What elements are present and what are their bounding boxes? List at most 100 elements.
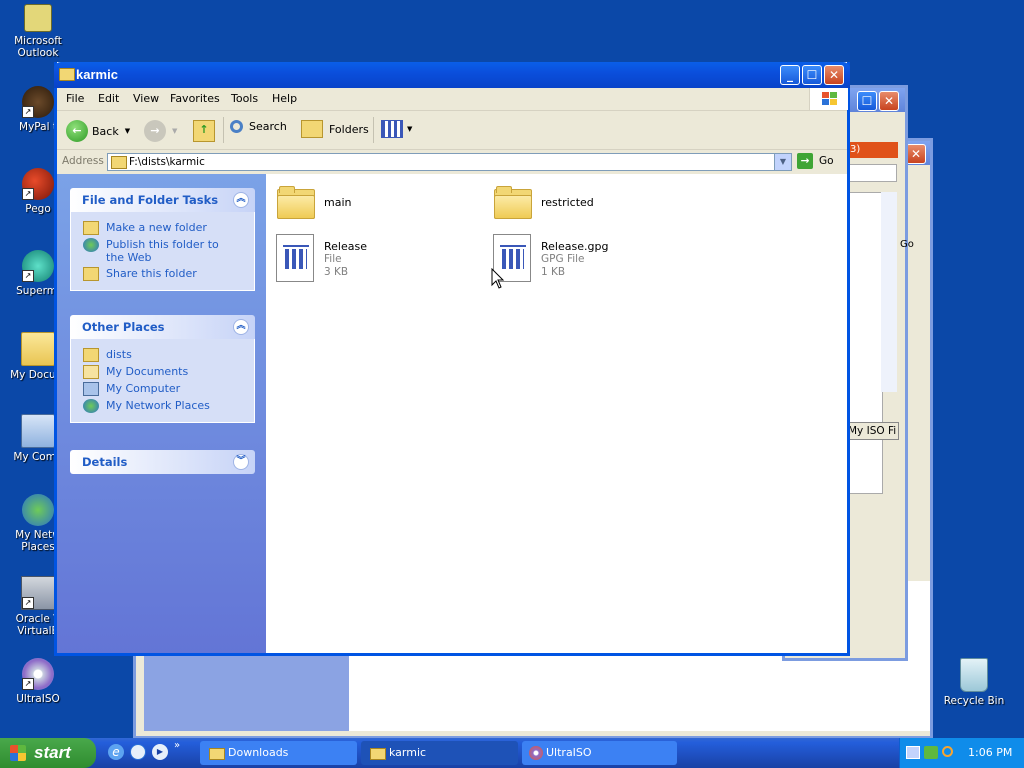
desktop-icon-ultraiso[interactable]: ↗ UltraISO [0,658,76,705]
file-item-restricted[interactable]: restricted [493,186,594,219]
folder-icon [493,186,532,219]
place-dists[interactable]: dists [83,348,254,362]
place-my-computer[interactable]: My Computer [83,382,254,396]
clock[interactable]: 1:06 PM [968,746,1012,759]
virtualbox-icon: ↗ [21,576,55,610]
desktop-icon-label: Outlook [17,47,59,59]
up-folder-button[interactable]: ↑ [193,120,215,142]
go-fragment: Go [900,239,914,250]
pego-icon: ↗ [22,168,54,200]
chevron-right-icon[interactable]: » [174,740,180,760]
file-name: main [324,196,352,209]
file-item-release[interactable]: Release File 3 KB [276,234,367,282]
search-button[interactable]: Search [230,120,287,133]
forward-arrow-icon: → [144,120,166,142]
task-share-folder[interactable]: Share this folder [83,267,254,281]
network-icon[interactable] [906,746,920,759]
taskbar-button-karmic[interactable]: karmic [361,741,518,765]
folder-icon [209,748,225,760]
iso-status-fragment: 3) [847,142,898,158]
forward-button[interactable]: → ▼ [144,120,177,142]
network-places-icon [22,494,54,526]
title-bar[interactable]: karmic _ ☐ ✕ [54,62,850,88]
menu-favorites[interactable]: Favorites [170,92,220,105]
start-button[interactable]: start [0,738,96,768]
views-icon [381,120,403,138]
mail-icon[interactable] [130,744,146,760]
file-item-main[interactable]: main [276,186,352,219]
address-dropdown-button[interactable]: ▼ [774,154,791,170]
my-documents-icon [21,332,55,366]
task-publish-to-web[interactable]: Publish this folder to the Web [83,238,254,264]
folder-icon [276,186,315,219]
details-panel: Details ︾ [70,450,255,474]
folder-icon [111,156,127,169]
folders-button[interactable]: Folders [301,120,369,138]
my-documents-icon [83,365,99,379]
file-name: Release [324,240,367,253]
menu-file[interactable]: File [66,92,84,105]
ultraiso-icon: ↗ [22,658,54,690]
views-button[interactable]: ▼ [381,120,412,138]
address-label: Address [62,155,104,167]
taskbar-button-ultraiso[interactable]: UltraISO [522,741,677,765]
file-item-release-gpg[interactable]: Release.gpg GPG File 1 KB [493,234,608,282]
task-make-new-folder[interactable]: Make a new folder [83,221,254,235]
internet-explorer-icon[interactable]: e [108,744,124,760]
close-button[interactable]: ✕ [879,91,899,111]
close-button[interactable]: ✕ [824,65,844,85]
file-name: Release.gpg [541,240,609,253]
go-button[interactable]: → Go [797,153,834,169]
publish-web-icon [83,238,99,252]
document-icon [276,234,314,282]
desktop-icon-label: Recycle Bin [943,695,1005,707]
collapse-icon[interactable]: ︽ [233,192,249,208]
minimize-button[interactable]: _ [780,65,800,85]
mypal-icon: ↗ [22,86,54,118]
address-input[interactable]: F:\dists\karmic ▼ [107,153,792,171]
panel-header[interactable]: Other Places ︽ [70,315,255,339]
expand-icon[interactable]: ︾ [233,454,249,470]
panel-header[interactable]: Details ︾ [70,450,255,474]
go-arrow-icon: → [797,153,813,169]
menu-tools[interactable]: Tools [231,92,258,105]
search-icon [230,120,243,133]
task-pane: File and Folder Tasks ︽ Make a new folde… [57,174,266,653]
collapse-icon[interactable]: ︽ [233,319,249,335]
panel-header[interactable]: File and Folder Tasks ︽ [70,188,255,212]
system-tray: 1:06 PM [899,738,1024,768]
media-player-icon[interactable]: ▶ [152,744,168,760]
ultraiso-icon [529,746,543,760]
scrollbar[interactable] [881,192,897,392]
chevron-down-icon: ▼ [172,127,178,135]
toolbar-divider [223,117,224,143]
other-places-panel: Other Places ︽ dists My Documents My Com… [70,315,255,423]
chevron-down-icon: ▼ [124,127,131,135]
file-name: restricted [541,196,594,209]
desktop-icon-outlook[interactable]: Microsoft Outlook [0,4,76,59]
menu-view[interactable]: View [133,92,159,105]
menu-bar: File Edit View Favorites Tools Help [57,88,848,111]
place-my-network-places[interactable]: My Network Places [83,399,254,413]
up-folder-icon: ↑ [193,120,215,142]
desktop-icon-recycle-bin[interactable]: Recycle Bin [936,658,1012,707]
desktop-icon-label: UltraISO [16,693,60,705]
explorer-window[interactable]: karmic _ ☐ ✕ File Edit View Favorites To… [54,62,850,656]
supermi-icon: ↗ [22,250,54,282]
menu-help[interactable]: Help [272,92,297,105]
maximize-button[interactable]: ☐ [857,91,877,111]
taskbar-button-downloads[interactable]: Downloads [200,741,357,765]
safely-remove-icon[interactable] [924,746,938,759]
back-arrow-icon: ← [66,120,88,142]
maximize-button[interactable]: ☐ [802,65,822,85]
file-type: File [324,253,342,265]
menu-edit[interactable]: Edit [98,92,119,105]
file-size: 3 KB [324,266,349,278]
close-button[interactable]: ✕ [906,144,926,164]
place-my-documents[interactable]: My Documents [83,365,254,379]
desktop-icon-label: Microsoft [14,35,62,47]
quick-launch: e ▶ » [108,740,180,760]
my-computer-icon [83,382,99,396]
back-button[interactable]: ← Back ▼ [66,120,130,142]
search-icon[interactable] [942,746,953,757]
